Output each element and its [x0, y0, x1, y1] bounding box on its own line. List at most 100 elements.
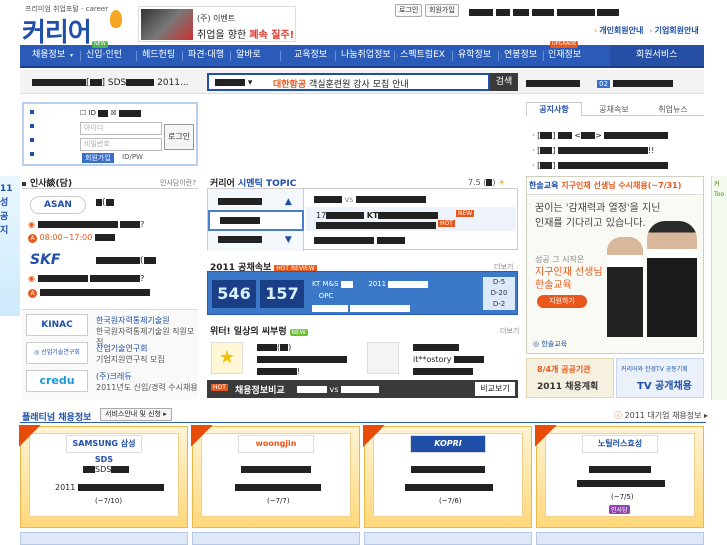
- ad-sub: 성공 그 시작은 지구인재 선생님 한솔교육: [535, 255, 603, 291]
- kinac-name[interactable]: 한국원자력통제기술원: [96, 315, 170, 326]
- member-links: › 개인회원안내 › 기업회원안내: [594, 25, 705, 36]
- hot-rank-badge: 02: [597, 80, 611, 88]
- id-input[interactable]: 아이디: [80, 122, 162, 135]
- nav-item-newcomer[interactable]: 신입·인턴: [86, 45, 122, 66]
- breadcrumb-text[interactable]: [] SDS 2011...: [32, 78, 189, 88]
- kitech-desc[interactable]: 기업지원연구직 모집: [96, 354, 165, 365]
- join-button[interactable]: 회원가입: [82, 153, 114, 163]
- compare-bar: HOT 채용정보비교 vs 비교보기: [207, 380, 518, 398]
- nav-item-spectrum[interactable]: 스펙트럼EX: [400, 45, 445, 66]
- gongchae-count-1: 546: [212, 280, 256, 308]
- gongchae-count-2: 157: [260, 280, 304, 308]
- tab-job-news[interactable]: 취업뉴스: [646, 104, 700, 115]
- platinum-card-samsung[interactable]: SAMSUNG 삼성SDS SDS 2011 (~7/10): [19, 425, 188, 528]
- platinum-card-woongjin[interactable]: woongjin (~7/7): [191, 425, 360, 528]
- witter-more[interactable]: 더보기: [500, 326, 519, 336]
- ad-apply-button[interactable]: 지원하기: [537, 295, 587, 308]
- interview-more-link[interactable]: 인사담이란?: [160, 178, 196, 188]
- bigcorp-link[interactable]: ⓘ 2011 대기업 채용정보 ▸: [614, 410, 708, 421]
- ad-slogan: 꿈이는 '감재력과 열정'을 지닌 인재를 기다리고 있습니다.: [535, 203, 661, 229]
- skf-logo[interactable]: SKF: [30, 252, 86, 268]
- promo-banner[interactable]: (주) 이벤트 취업을 향한 폐속 질주!: [138, 6, 296, 42]
- company-member-link[interactable]: › 기업회원안내: [649, 26, 698, 35]
- ad-brand: ◎ 한솔교육: [533, 340, 568, 348]
- search-highlight: 대한항공: [273, 80, 307, 90]
- public-agency-banner[interactable]: 8/4개 공공기관 2011 채용계획: [526, 358, 614, 398]
- top-link-group[interactable]: [469, 8, 620, 18]
- search-input[interactable]: ▾ 대한항공 객실훈련원 강사 모집 안내: [207, 73, 490, 91]
- search-button[interactable]: 검색: [490, 73, 518, 91]
- credu-name[interactable]: (주)크레듀: [96, 371, 132, 382]
- bottom-card-1[interactable]: [20, 532, 188, 545]
- credu-desc[interactable]: 2011년도 신입/경력 수시채용: [96, 382, 198, 393]
- topic-up-icon: ▲: [284, 197, 292, 207]
- login-top-button[interactable]: 로그인: [395, 4, 423, 17]
- dday-list: D-5 D-20 D-2: [483, 277, 515, 310]
- nav-item-education[interactable]: 교육정보: [294, 45, 327, 66]
- join-top-button[interactable]: 회원가입: [425, 4, 459, 17]
- nav-item-study-abroad[interactable]: 유학정보: [458, 45, 491, 66]
- ad-man-figure: [647, 221, 697, 337]
- gongchae-list[interactable]: KT M&S 2011 OPC: [312, 278, 482, 314]
- tab-notice[interactable]: 공지사항: [526, 102, 582, 116]
- login-button[interactable]: 로그인: [164, 124, 194, 150]
- personal-member-link[interactable]: › 개인회원안내: [594, 26, 643, 35]
- nav-item-salary[interactable]: 연봉정보: [504, 45, 537, 66]
- id-label: ID: [88, 109, 96, 117]
- company-list: KINAC 한국원자력통제기술원 한국원자력통제기술원 직원모집 ◎ 산업기술연…: [22, 309, 198, 399]
- main-nav: 채용정보 ▾ 신입·인턴 NEW 헤드헌팅 파견·대행 알바로 교육정보 나눔취…: [20, 41, 704, 68]
- user-avatar: [367, 342, 399, 374]
- ad-woman-figure: [607, 237, 643, 337]
- gongchae-board: 546 157 KT M&S 2011 OPC D-5 D-20 D-2: [207, 271, 518, 315]
- woongjin-logo: woongjin: [238, 435, 314, 453]
- kitech-logo[interactable]: ◎ 산업기술연구회: [26, 342, 88, 364]
- topic-hot-badge: HOT: [438, 220, 455, 227]
- compare-button[interactable]: 비교보기: [475, 382, 515, 396]
- left-side-banner[interactable]: 11 성 공 지: [0, 176, 20, 316]
- nav-item-alba[interactable]: 알바로: [236, 45, 261, 66]
- tv-recruit-banner[interactable]: 커리어와 한경TV 공동기획 TV 공개채용: [616, 358, 704, 398]
- nav-item-jobs[interactable]: 채용정보: [32, 45, 65, 66]
- nav-item-member-service[interactable]: 회원서비스: [636, 45, 677, 66]
- compare-title: 채용정보비교: [235, 386, 285, 396]
- star-icon: ★: [211, 342, 243, 374]
- password-input[interactable]: 비밀번호: [80, 138, 162, 151]
- bottom-card-2[interactable]: [192, 532, 360, 545]
- witter-box: ★ ()! it**ostory: [207, 338, 518, 378]
- kopri-logo: KOPRI: [410, 435, 486, 453]
- service-info-button[interactable]: 서비스안내 및 신청 ▸: [100, 408, 172, 421]
- topic-highlight-row[interactable]: 17 KT NEW HOT: [306, 207, 516, 231]
- asan-logo[interactable]: ASAN: [30, 196, 86, 214]
- promo-line2: 취업을 향한 폐속 질주!: [197, 30, 295, 41]
- nav-item-sharing[interactable]: 나눔취업정보: [341, 45, 391, 66]
- topic-selected[interactable]: [208, 210, 304, 231]
- upgrade-badge: UPGRADE: [550, 41, 579, 48]
- topic-box: ▲ ▼ vs 17 KT NEW HOT: [207, 188, 518, 251]
- notice-list[interactable]: · [] < > · [] !! · []: [532, 128, 669, 173]
- promo-line1: (주) 이벤트: [197, 14, 236, 23]
- nav-item-talent[interactable]: 인재정보: [548, 45, 581, 66]
- hansol-ad[interactable]: 한솔교육 지구인재 선생님 수시채용(~7/31) 꿈이는 '감재력과 열정'을…: [526, 176, 704, 354]
- special-corner-icon: [19, 425, 41, 447]
- tab-exam-news[interactable]: 공채속보: [588, 104, 640, 115]
- kinac-logo[interactable]: KINAC: [26, 314, 88, 336]
- find-idpw-link[interactable]: ID/PW: [122, 153, 143, 161]
- promo-image: [141, 9, 193, 40]
- platinum-card-kopri[interactable]: KOPRI (~7/6): [363, 425, 532, 528]
- credu-logo[interactable]: credu: [26, 370, 88, 392]
- topic-down-icon: ▼: [284, 235, 292, 245]
- ad-headline: 한솔교육 지구인재 선생님 수시채용(~7/31): [527, 177, 703, 195]
- nav-item-dispatch[interactable]: 파견·대행: [188, 45, 224, 66]
- notice-tabs: 공지사항 공채속보 취업뉴스: [526, 102, 704, 116]
- right-side-banner[interactable]: 커 Too: [711, 176, 727, 400]
- interview-time: 08:00~17:00: [39, 233, 93, 242]
- bottom-card-3[interactable]: [364, 532, 532, 545]
- insadam-badge[interactable]: 인사담: [609, 505, 630, 514]
- career-logo[interactable]: 커리어: [22, 12, 92, 49]
- nav-item-headhunting[interactable]: 헤드헌팅: [142, 45, 175, 66]
- bottom-card-4[interactable]: [536, 532, 704, 545]
- kitech-name[interactable]: 산업기술연구회: [96, 343, 148, 354]
- platinum-card-nautilus[interactable]: 노틸러스효성 (~7/5) 인사담: [535, 425, 704, 528]
- hot-keywords[interactable]: 02: [526, 79, 673, 89]
- logo-mark-icon: [110, 10, 122, 28]
